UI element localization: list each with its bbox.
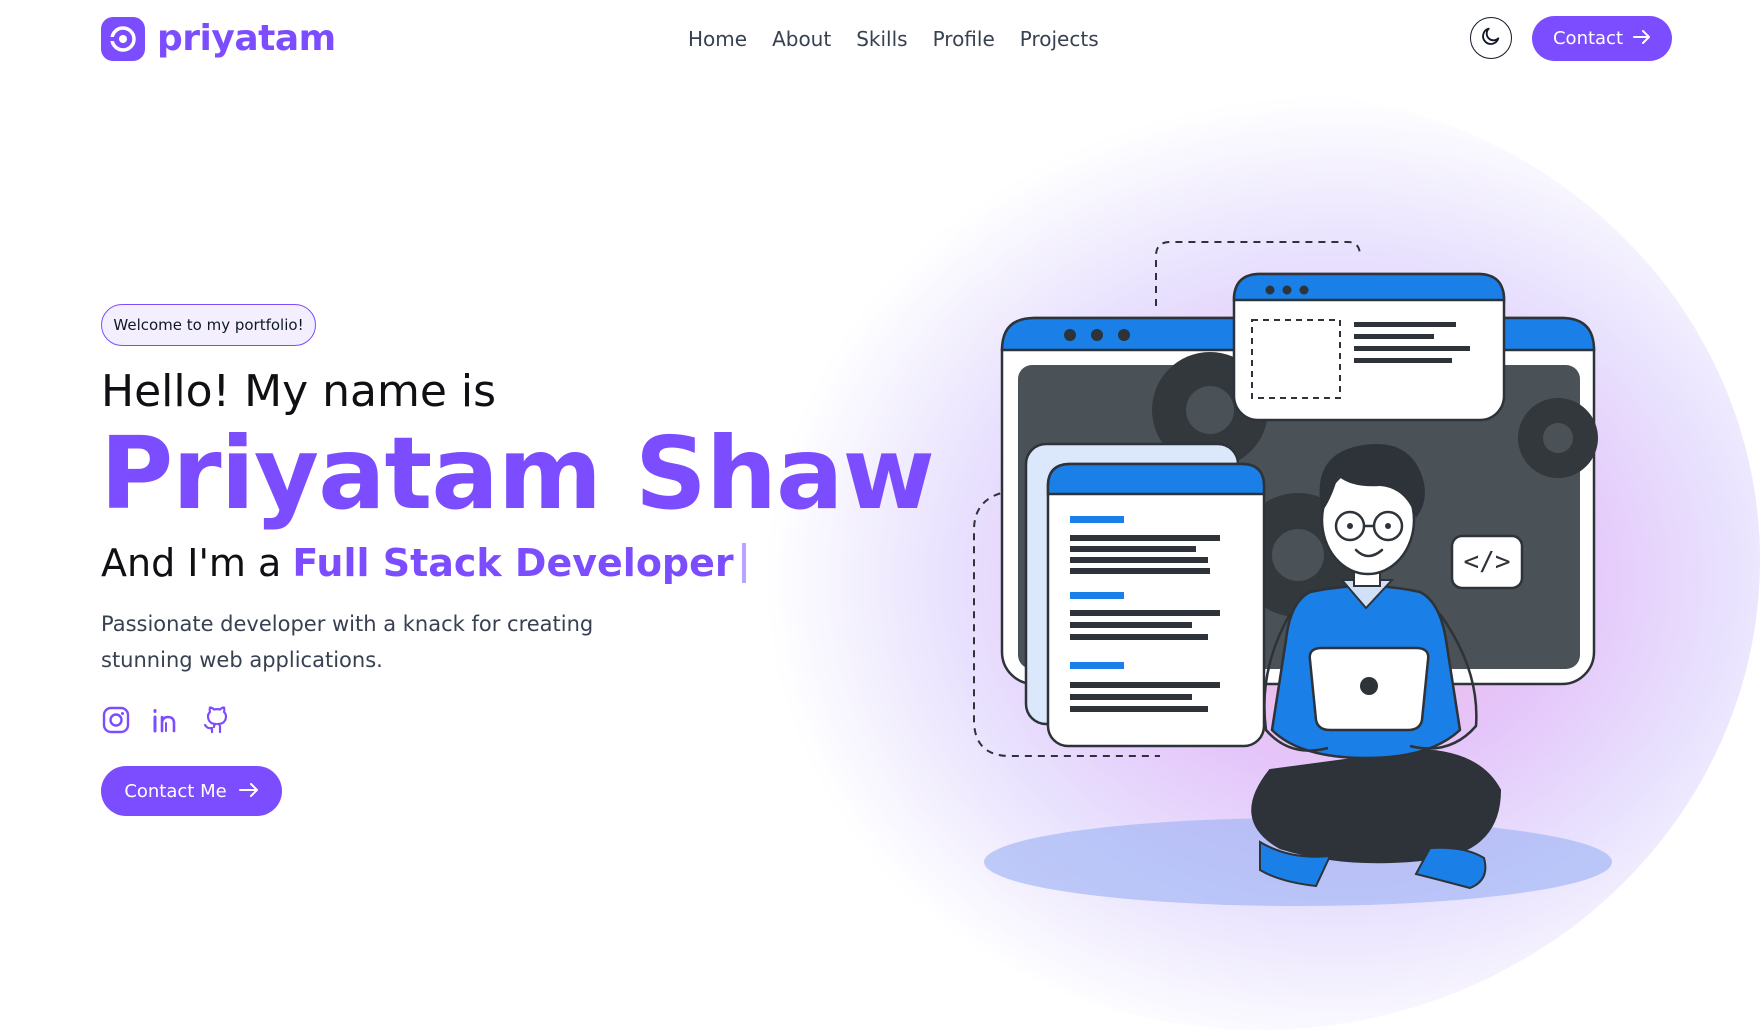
hero-name: Priyatam Shaw	[100, 415, 935, 532]
moon-icon	[1480, 25, 1502, 51]
social-links	[101, 705, 231, 735]
portfolio-page: priyatam Home About Skills Profile Proje…	[0, 0, 1763, 1032]
instagram-icon[interactable]	[101, 705, 131, 735]
document-stack	[1024, 442, 1266, 748]
nav-link-home[interactable]: Home	[688, 24, 747, 54]
nav-link-projects[interactable]: Projects	[1020, 24, 1099, 54]
nav-contact-label: Contact	[1552, 28, 1624, 49]
code-tag-text: </>	[1464, 547, 1511, 577]
github-icon[interactable]	[201, 705, 231, 735]
hero-role-line: And I'm a Full Stack Developer	[101, 537, 746, 589]
code-tag-bubble: </>	[1450, 534, 1524, 590]
brand-name: priyatam	[157, 18, 336, 59]
welcome-badge: Welcome to my portfolio!	[101, 304, 316, 346]
hero-tagline: Passionate developer with a knack for cr…	[101, 612, 594, 672]
nav-link-about[interactable]: About	[772, 24, 831, 54]
nav-contact-button[interactable]: Contact	[1532, 16, 1672, 61]
developer-illustration: </>	[973, 241, 1612, 906]
contact-me-label: Contact Me	[124, 780, 227, 802]
arrow-right-icon	[1633, 28, 1651, 49]
theme-toggle-button[interactable]	[1470, 17, 1512, 59]
nav-links: Home About Skills Profile Projects	[688, 24, 1099, 54]
linkedin-icon[interactable]	[151, 705, 181, 735]
logo-icon	[101, 17, 145, 61]
contact-me-button[interactable]: Contact Me	[101, 766, 282, 816]
arrow-right-icon	[238, 781, 259, 802]
role-title: Full Stack Developer	[292, 541, 734, 585]
role-prefix: And I'm a	[101, 541, 282, 585]
nav-link-profile[interactable]: Profile	[933, 24, 995, 54]
nav-link-skills[interactable]: Skills	[856, 24, 907, 54]
navbar: priyatam Home About Skills Profile Proje…	[0, 0, 1763, 78]
brand-logo[interactable]: priyatam	[101, 17, 336, 61]
typing-cursor	[741, 543, 746, 583]
popup-window	[1232, 272, 1506, 422]
